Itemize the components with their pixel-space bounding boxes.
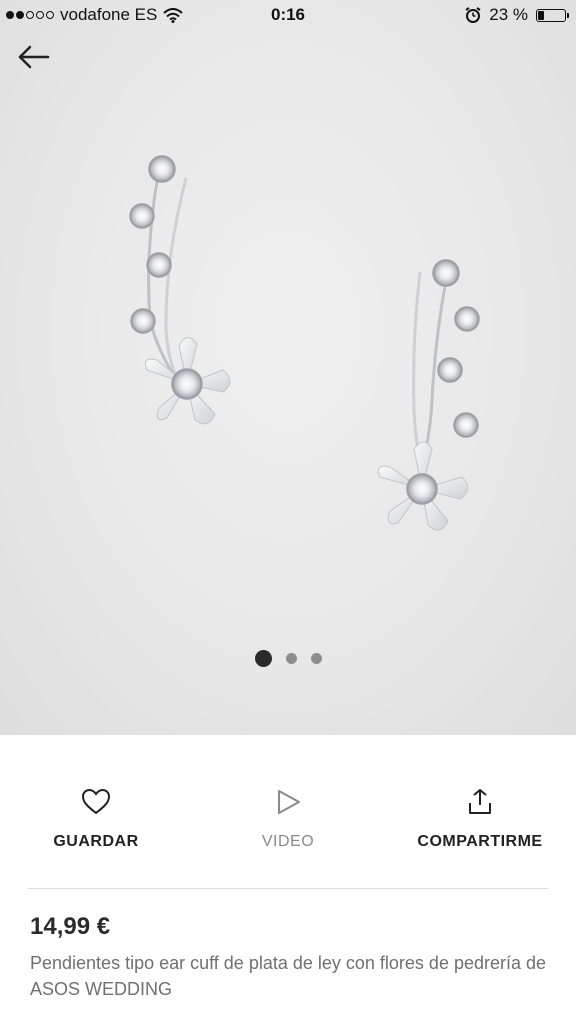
battery-icon [536,8,569,22]
product-price: 14,99 € [30,913,111,940]
product-actions: GUARDAR VIDEO COMPARTIRME [0,735,576,887]
left-earring [129,155,231,425]
alarm-icon [465,7,481,23]
product-image [129,155,480,531]
video-button[interactable]: VIDEO [192,787,384,851]
share-icon [469,789,491,814]
product-gallery[interactable] [0,0,576,735]
play-icon [278,790,300,814]
image-pager[interactable] [0,650,576,667]
save-button[interactable]: GUARDAR [0,787,192,851]
battery-percentage: 23 % [489,5,528,24]
pager-dot[interactable] [254,650,272,667]
product-title: Pendientes tipo ear cuff de plata de ley… [30,953,547,999]
back-button[interactable] [14,40,54,74]
heart-icon [81,788,111,815]
pager-dot[interactable] [310,653,322,664]
share-label: COMPARTIRME [417,833,543,850]
status-bar: vodafone ES 0:16 23 % [0,0,576,30]
save-label: GUARDAR [53,833,139,850]
arrow-left-icon [18,45,50,69]
share-button[interactable]: COMPARTIRME [384,787,576,851]
right-earring [377,259,480,531]
divider [28,888,548,889]
pager-dot[interactable] [285,653,297,664]
video-label: VIDEO [261,833,315,850]
